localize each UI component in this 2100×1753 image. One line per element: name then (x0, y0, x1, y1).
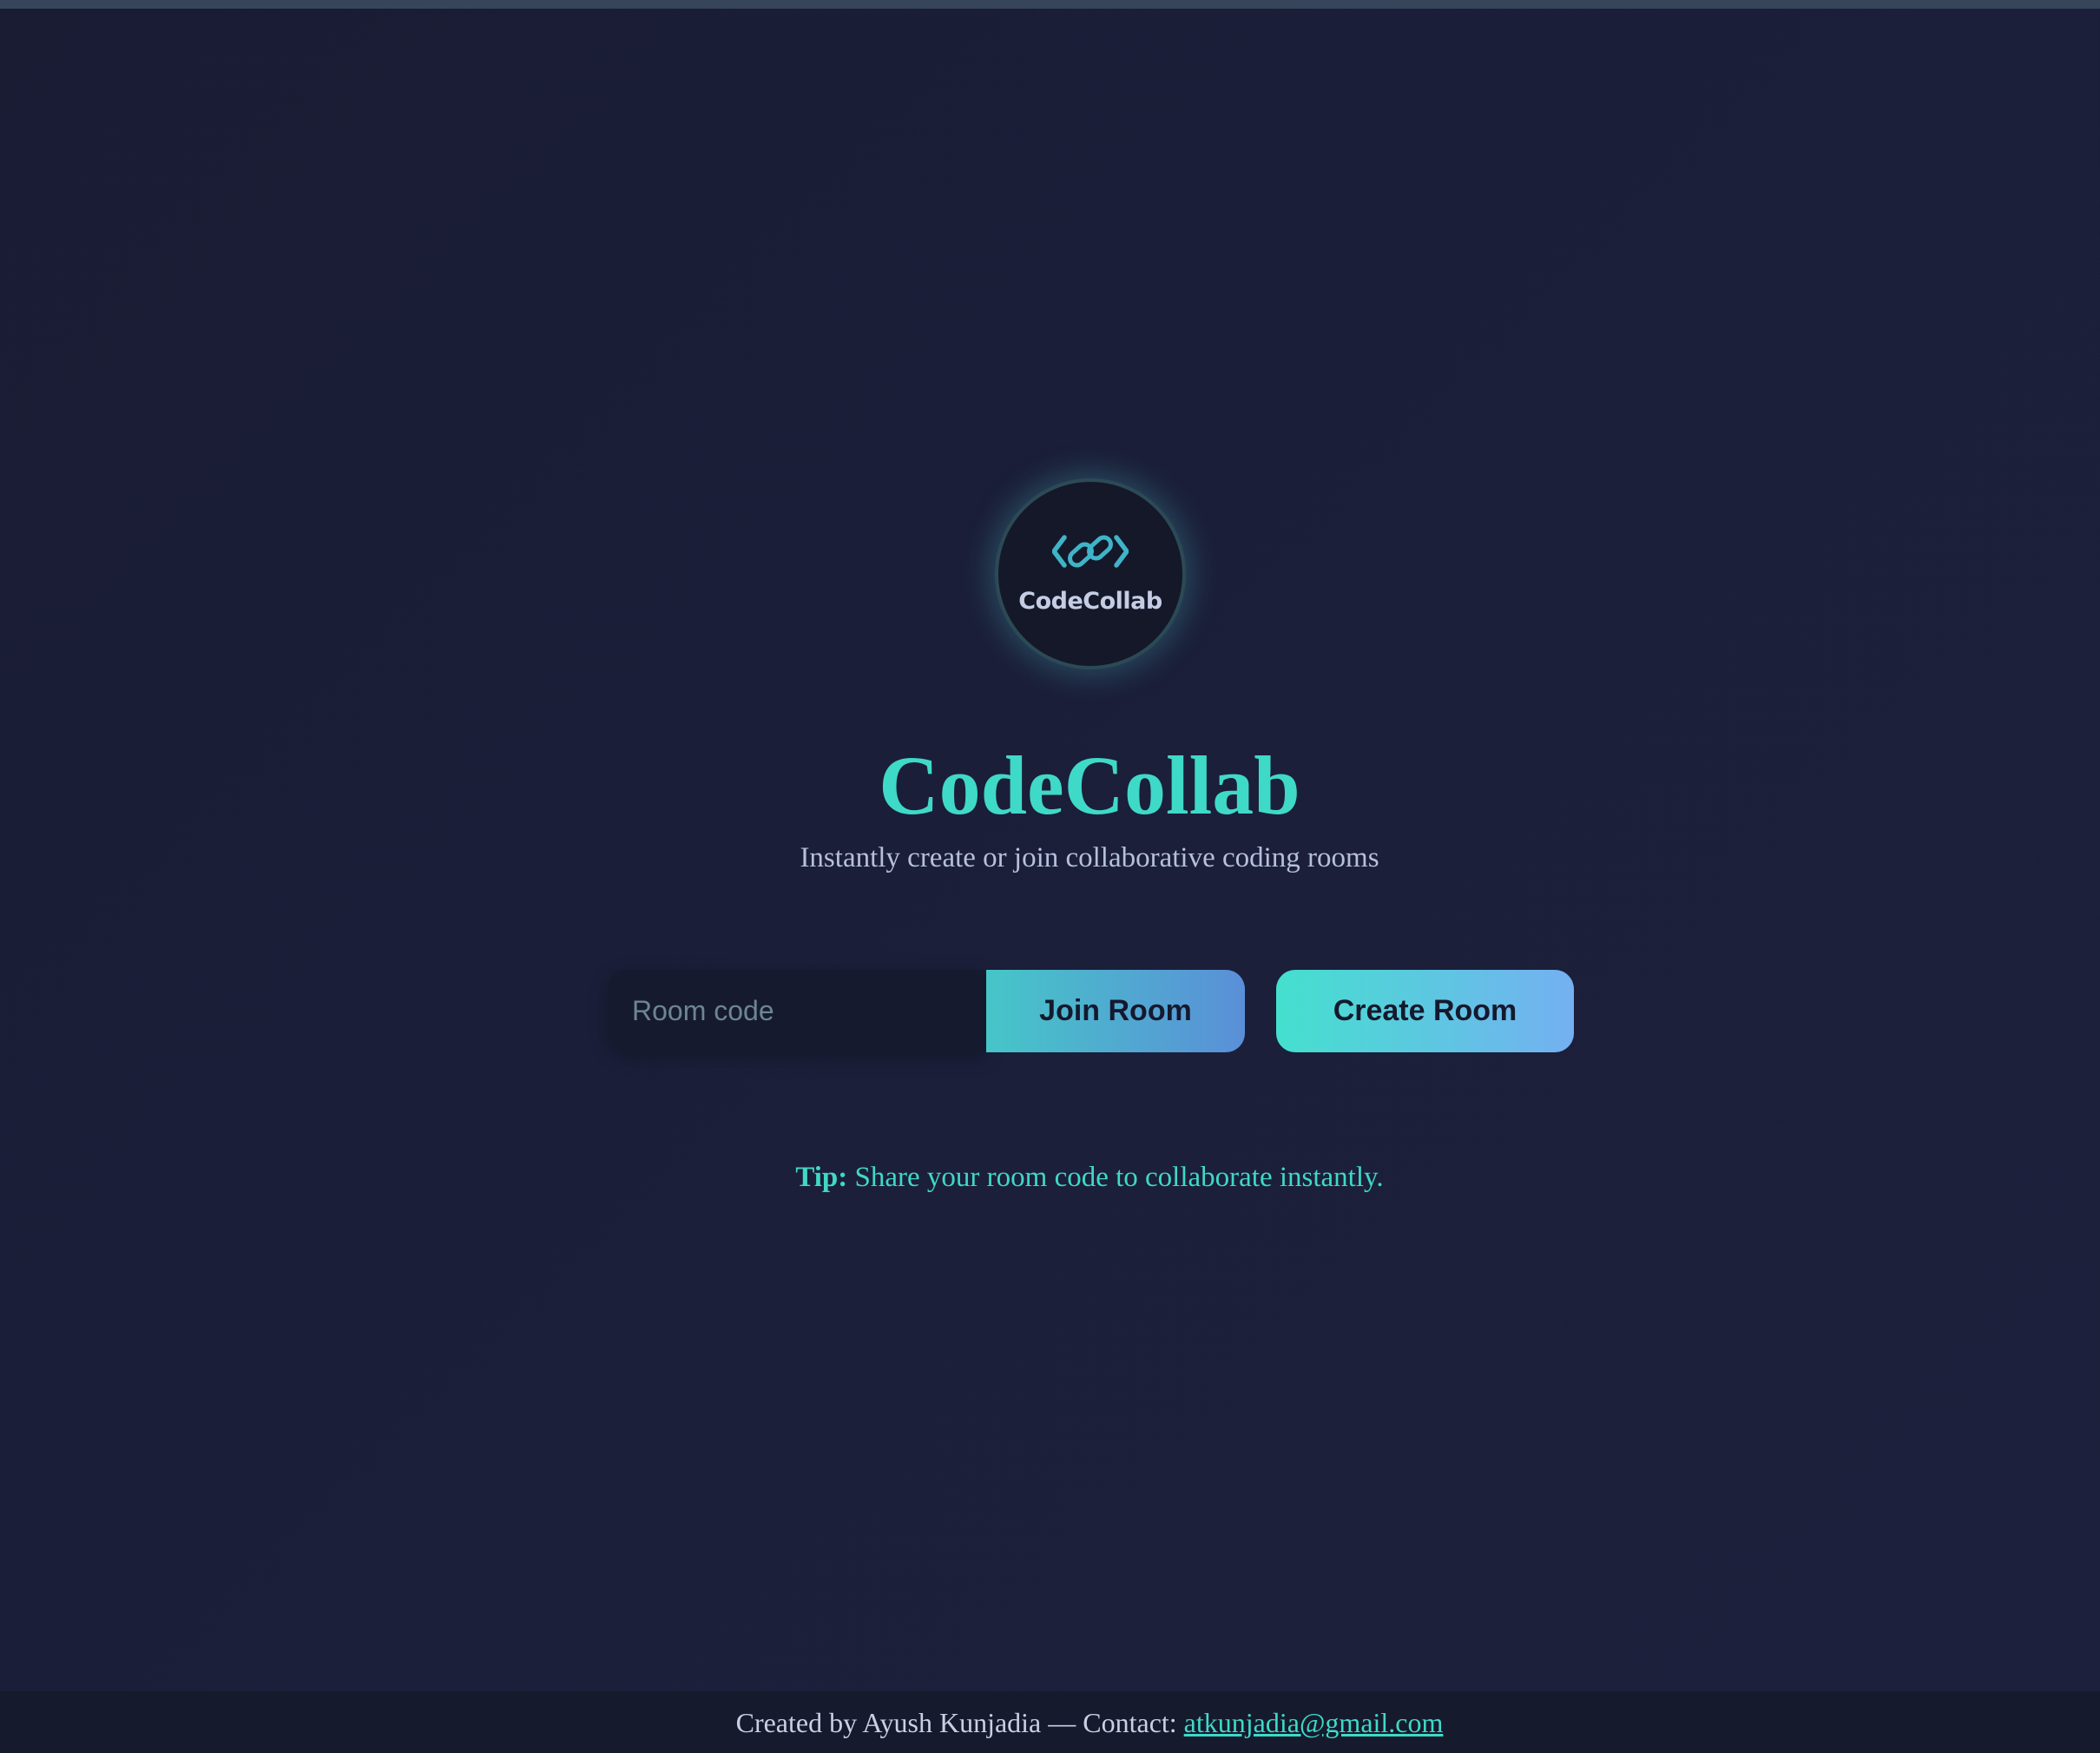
contact-email-link[interactable]: atkunjadia@gmail.com (1184, 1707, 1444, 1738)
tip-message: Tip: Share your room code to collaborate… (0, 1158, 2100, 1196)
footer: Created by Ayush Kunjadia — Contact: atk… (0, 1691, 2100, 1753)
page-subtitle: Instantly create or join collaborative c… (800, 842, 1379, 873)
logo-text: CodeCollab (1018, 588, 1162, 615)
tip-label: Tip: (795, 1162, 848, 1193)
page-title: CodeCollab (879, 739, 1300, 832)
room-code-input[interactable] (608, 970, 986, 1052)
tip-text: Share your room code to collaborate inst… (847, 1162, 1384, 1193)
create-room-button[interactable]: Create Room (1276, 970, 1574, 1052)
code-link-icon (1052, 535, 1129, 568)
footer-credit: Created by Ayush Kunjadia — Contact: (735, 1707, 1184, 1738)
footer-text: Created by Ayush Kunjadia — Contact: atk… (0, 1705, 2100, 1740)
join-room-button[interactable]: Join Room (986, 970, 1245, 1052)
top-strip (0, 0, 2100, 9)
app-logo: CodeCollab (995, 478, 1186, 669)
